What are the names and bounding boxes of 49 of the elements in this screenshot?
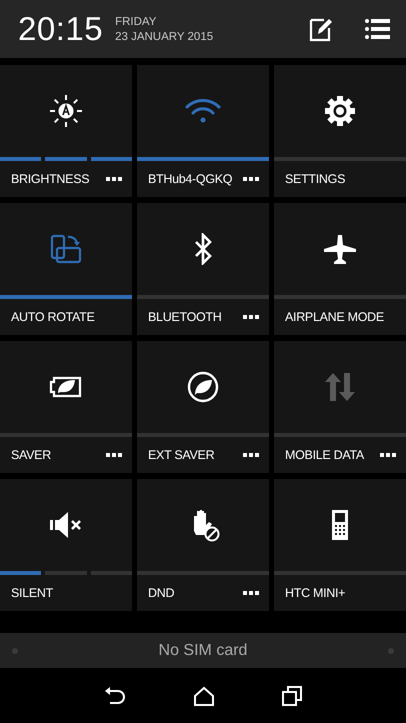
carrier-text: No SIM card bbox=[158, 642, 248, 660]
more-icon[interactable] bbox=[106, 452, 122, 458]
more-icon[interactable] bbox=[243, 452, 259, 458]
quick-setting-tile[interactable]: SAVER bbox=[0, 341, 132, 473]
tile-label: BTHub4-QGKQ bbox=[148, 172, 232, 186]
list-icon[interactable] bbox=[364, 18, 390, 40]
bluetooth-icon bbox=[193, 233, 213, 265]
tile-label: SILENT bbox=[11, 586, 53, 600]
quick-setting-tile[interactable]: BTHub4-QGKQ bbox=[137, 65, 269, 197]
tile-label: EXT SAVER bbox=[148, 448, 214, 462]
leaf-circle-icon bbox=[187, 371, 219, 403]
settings-icon bbox=[324, 95, 356, 127]
recents-icon[interactable] bbox=[282, 686, 302, 706]
quick-setting-tile[interactable]: EXT SAVER bbox=[137, 341, 269, 473]
tile-label: AUTO ROTATE bbox=[11, 310, 95, 324]
edit-icon[interactable] bbox=[308, 16, 334, 42]
date: 23 JANUARY 2015 bbox=[115, 30, 214, 42]
data-arrows-icon bbox=[324, 372, 356, 402]
battery-leaf-icon bbox=[49, 375, 83, 399]
quick-setting-tile[interactable]: SILENT bbox=[0, 479, 132, 611]
quick-setting-tile[interactable]: BLUETOOTH bbox=[137, 203, 269, 335]
tile-label: BLUETOOTH bbox=[148, 310, 222, 324]
mute-icon bbox=[49, 511, 83, 539]
quick-setting-tile[interactable]: HTC MINI+ bbox=[274, 479, 406, 611]
more-icon[interactable] bbox=[243, 590, 259, 596]
weekday: FRIDAY bbox=[115, 16, 158, 28]
quick-setting-tile[interactable]: BRIGHTNESS bbox=[0, 65, 132, 197]
rotate-icon bbox=[50, 234, 82, 264]
quick-setting-tile[interactable]: DND bbox=[137, 479, 269, 611]
brightness-icon bbox=[49, 94, 83, 128]
phone-icon bbox=[331, 509, 349, 541]
quick-setting-tile[interactable]: AIRPLANE MODE bbox=[274, 203, 406, 335]
tile-label: MOBILE DATA bbox=[285, 448, 364, 462]
airplane-icon bbox=[323, 233, 357, 265]
tile-label: BRIGHTNESS bbox=[11, 172, 90, 186]
back-icon[interactable] bbox=[104, 686, 126, 704]
tile-label: HTC MINI+ bbox=[285, 586, 346, 600]
tile-label: SETTINGS bbox=[285, 172, 346, 186]
quick-setting-tile[interactable]: AUTO ROTATE bbox=[0, 203, 132, 335]
more-icon[interactable] bbox=[106, 176, 122, 182]
wifi-icon bbox=[185, 98, 221, 124]
home-icon[interactable] bbox=[192, 686, 215, 706]
quick-setting-tile[interactable]: SETTINGS bbox=[274, 65, 406, 197]
clock-time: 20:15 bbox=[18, 10, 104, 48]
tile-label: DND bbox=[148, 586, 174, 600]
tile-label: SAVER bbox=[11, 448, 51, 462]
more-icon[interactable] bbox=[243, 176, 259, 182]
tile-label: AIRPLANE MODE bbox=[285, 310, 384, 324]
more-icon[interactable] bbox=[243, 314, 259, 320]
